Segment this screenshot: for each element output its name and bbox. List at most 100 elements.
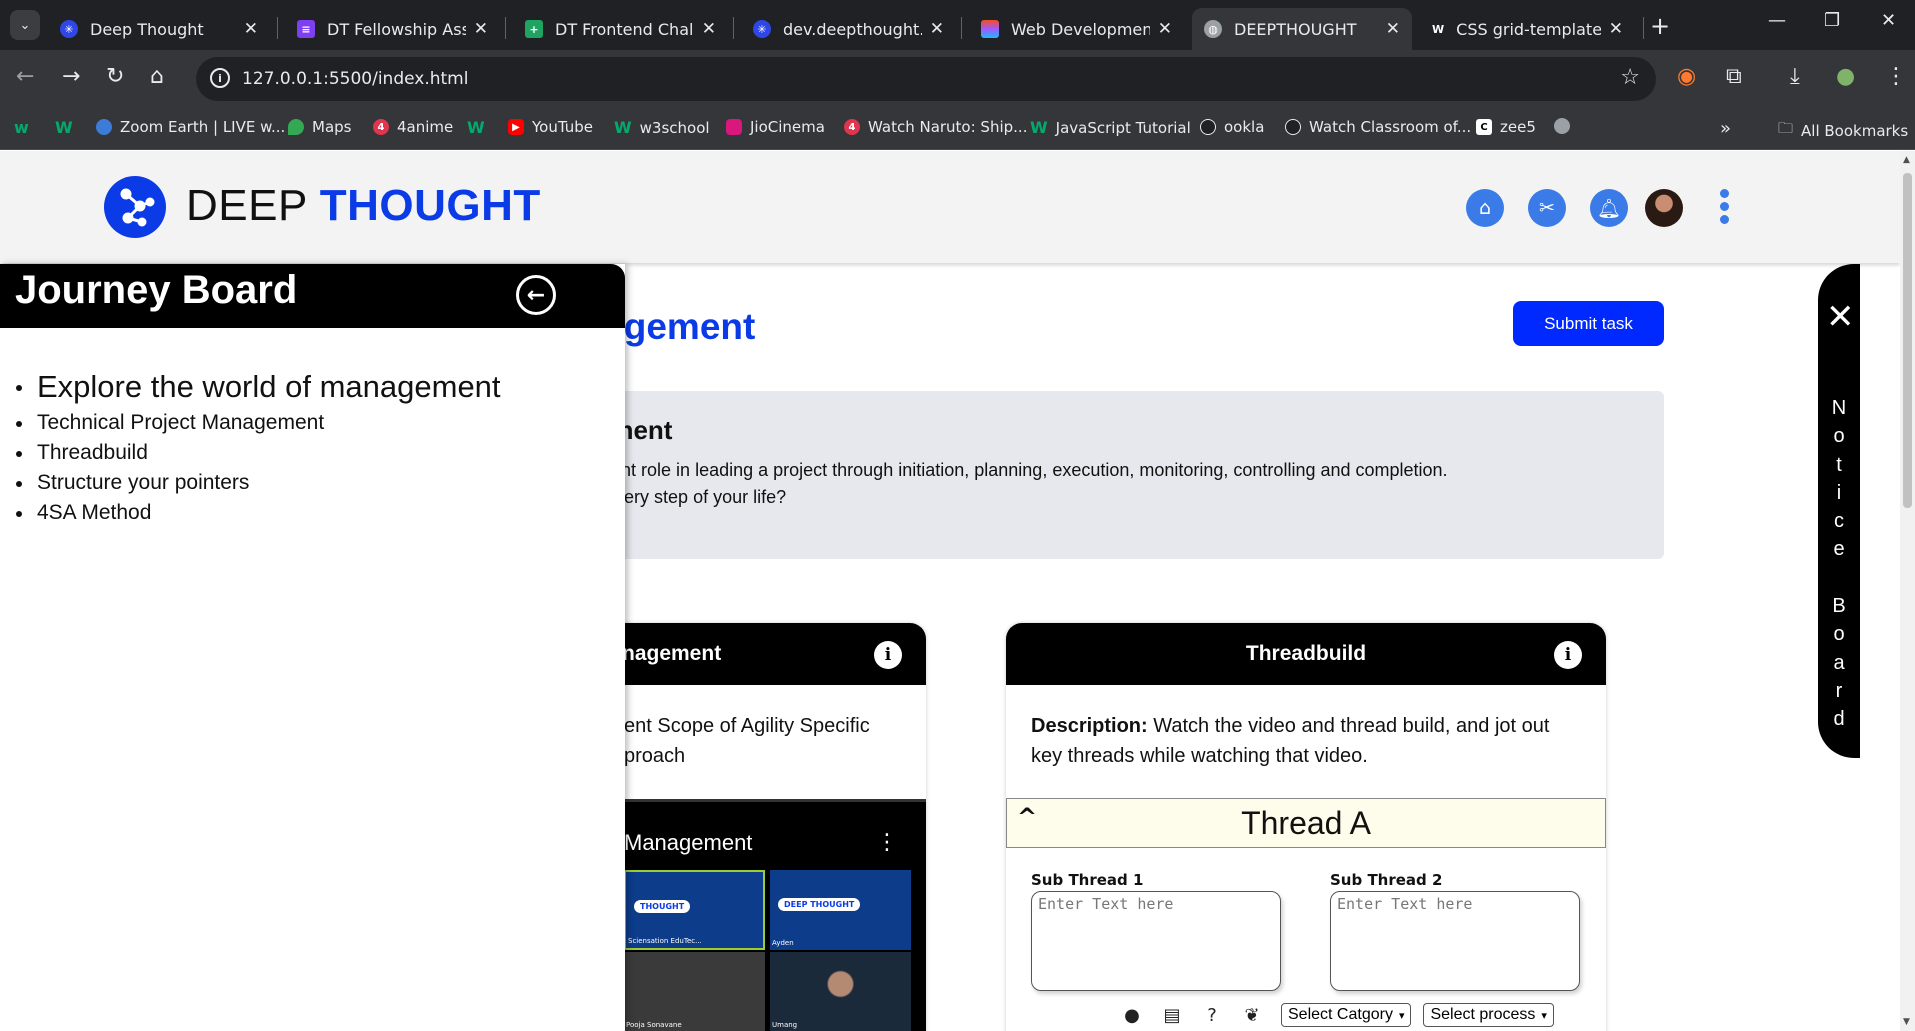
journey-item[interactable]: Technical Project Management (16, 408, 501, 438)
bookmark-w3school[interactable]: Ww3school (614, 118, 710, 137)
bookmark-w3-2[interactable]: W (55, 118, 73, 137)
tab-deep-thought[interactable]: ✳ Deep Thought ✕ (48, 8, 270, 50)
download-icon[interactable]: ⤓ (1790, 64, 1800, 89)
profile-icon[interactable]: ● (1836, 64, 1855, 89)
zoom-earth-icon (96, 119, 112, 135)
notice-letter: r (1835, 679, 1843, 702)
close-icon[interactable]: ✕ (1826, 300, 1855, 334)
extension-brave-icon[interactable]: ◉ (1677, 64, 1696, 89)
card-header: Threadbuild i (1006, 623, 1606, 685)
journey-list: Explore the world of management Technica… (16, 366, 501, 528)
home-nav-icon[interactable]: ⌂ (1466, 189, 1504, 227)
info-icon[interactable]: i (1554, 641, 1582, 669)
journey-item[interactable]: Structure your pointers (16, 468, 501, 498)
tab-dt-fellowship[interactable]: ≡ DT Fellowship Assign ✕ (285, 8, 500, 50)
close-tab-icon[interactable]: ✕ (244, 19, 258, 39)
close-tab-icon[interactable]: ✕ (1386, 19, 1400, 39)
tab-web-development[interactable]: Web Development A ✕ (969, 8, 1184, 50)
tools-nav-icon[interactable]: ✂ (1528, 189, 1566, 227)
tab-title: DEEPTHOUGHT (1234, 19, 1357, 39)
journey-item[interactable]: Explore the world of management (16, 366, 501, 408)
close-tab-icon[interactable]: ✕ (930, 19, 944, 39)
tab-title: dev.deepthought.edu (783, 19, 922, 39)
bookmark-youtube[interactable]: ▶ YouTube (508, 118, 593, 136)
description-label: Description: (1031, 715, 1148, 737)
bookmark-zee5[interactable]: Czee5 (1476, 118, 1536, 136)
site-info-icon[interactable]: i (210, 68, 230, 88)
chevron-down-icon: ▾ (1398, 1009, 1405, 1022)
submit-task-button[interactable]: Submit task (1513, 301, 1664, 346)
bookmark-js-tutorial[interactable]: W JavaScript Tutorial (1030, 118, 1191, 137)
close-tab-icon[interactable]: ✕ (702, 19, 716, 39)
tab-title: DT Fellowship Assign (327, 19, 466, 39)
minimize-icon[interactable]: — (1768, 10, 1786, 31)
browser-menu-icon[interactable]: ⋮ (1885, 64, 1907, 89)
select-category-dropdown[interactable]: Select Catgory ▾ (1281, 1003, 1412, 1027)
url-text: 127.0.0.1:5500/index.html (242, 69, 469, 89)
more-menu-icon[interactable] (1720, 189, 1730, 227)
tab-dt-frontend[interactable]: + DT Frontend Challeng ✕ (513, 8, 728, 50)
sub-thread-2-input[interactable] (1330, 891, 1580, 991)
select-process-dropdown[interactable]: Select process ▾ (1423, 1003, 1554, 1027)
restore-icon[interactable]: ❐ (1824, 10, 1840, 31)
deep-thought-logo-icon[interactable] (104, 176, 166, 238)
tab-search-button[interactable]: ⌄ (10, 10, 40, 40)
tab-deepthought-active[interactable]: ◍ DEEPTHOUGHT ✕ (1192, 8, 1412, 50)
sub-thread-1-input[interactable] (1031, 891, 1281, 991)
address-bar[interactable]: i 127.0.0.1:5500/index.html ☆ (196, 57, 1656, 101)
page-scrollbar[interactable]: ▲ ▼ (1900, 151, 1915, 1031)
bookmark-4anime[interactable]: 4 4anime (373, 118, 453, 136)
journey-item[interactable]: 4SA Method (16, 498, 501, 528)
thread-a-header[interactable]: ^ Thread A (1006, 798, 1606, 848)
video-participant-tile: DEEP THOUGHT Ayden (770, 870, 911, 950)
tile-logo: DEEP THOUGHT (778, 898, 861, 911)
scroll-down-arrow-icon[interactable]: ▼ (1903, 1017, 1910, 1027)
lotus-icon[interactable]: ❦ (1241, 1004, 1263, 1026)
forward-icon[interactable]: → (62, 64, 80, 89)
extensions-puzzle-icon[interactable]: ⧉ (1726, 64, 1742, 89)
tab-divider (277, 17, 278, 39)
bookmark-star-icon[interactable]: ☆ (1620, 65, 1640, 90)
close-tab-icon[interactable]: ✕ (1158, 19, 1172, 39)
bookmark-naruto[interactable]: 4 Watch Naruto: Ship... (844, 118, 1027, 136)
reload-icon[interactable]: ↻ (106, 64, 124, 89)
bookmark-classroom[interactable]: Watch Classroom of... (1285, 118, 1471, 136)
bookmarks-bar: w W Zoom Earth | LIVE w... Maps 4 4anime … (0, 108, 1915, 150)
video-menu-icon[interactable]: ⋮ (876, 830, 898, 855)
deep-thought-favicon-icon: ✳ (60, 20, 78, 38)
bookmark-w3-1[interactable]: w (14, 118, 29, 137)
notice-board-panel: ✕ N o t i c e B o a r d (1818, 264, 1860, 758)
back-icon[interactable]: ← (16, 64, 34, 89)
close-tab-icon[interactable]: ✕ (1609, 19, 1623, 39)
bell-notification-icon[interactable]: 🔔︎ (1590, 189, 1628, 227)
scroll-up-arrow-icon[interactable]: ▲ (1903, 155, 1910, 165)
threadbuild-card: Threadbuild i Description: Watch the vid… (1006, 623, 1606, 1031)
bookmark-maps[interactable]: Maps (288, 118, 351, 136)
all-bookmarks-button[interactable]: 🗀 All Bookmarks (1778, 118, 1908, 143)
bookmark-zoom-earth[interactable]: Zoom Earth | LIVE w... (96, 118, 285, 136)
sheets-favicon-icon: + (525, 20, 543, 38)
scroll-thumb[interactable] (1903, 173, 1912, 508)
tab-dev-deepthought[interactable]: ✳ dev.deepthought.edu ✕ (741, 8, 956, 50)
info-icon[interactable]: i (874, 641, 902, 669)
user-avatar[interactable] (1645, 189, 1683, 227)
jiocinema-icon (726, 119, 742, 135)
youtube-icon: ▶ (508, 119, 524, 135)
tab-css-grid[interactable]: W CSS grid-template-co ✕ (1420, 8, 1635, 50)
arrow-left-circle-icon[interactable]: ← (516, 275, 556, 315)
bookmark-ookla[interactable]: ookla (1200, 118, 1264, 136)
bulb-icon[interactable]: ● (1121, 1004, 1143, 1026)
home-icon[interactable]: ⌂ (150, 64, 164, 89)
journey-item[interactable]: Threadbuild (16, 438, 501, 468)
bookmark-jiocinema[interactable]: JioCinema (726, 118, 825, 136)
message-icon[interactable]: ▤ (1161, 1004, 1183, 1026)
new-tab-button[interactable]: + (1650, 12, 1670, 40)
close-window-icon[interactable]: ✕ (1881, 10, 1896, 31)
bookmarks-overflow-button[interactable]: » (1720, 118, 1731, 139)
tab-title: Web Development A (1011, 19, 1150, 39)
bookmark-w3-3[interactable]: W (467, 118, 485, 137)
question-icon[interactable]: ? (1201, 1004, 1223, 1026)
bookmark-globe[interactable] (1554, 118, 1578, 134)
tile-name: Sciensation EduTec... (628, 937, 702, 945)
close-tab-icon[interactable]: ✕ (474, 19, 488, 39)
